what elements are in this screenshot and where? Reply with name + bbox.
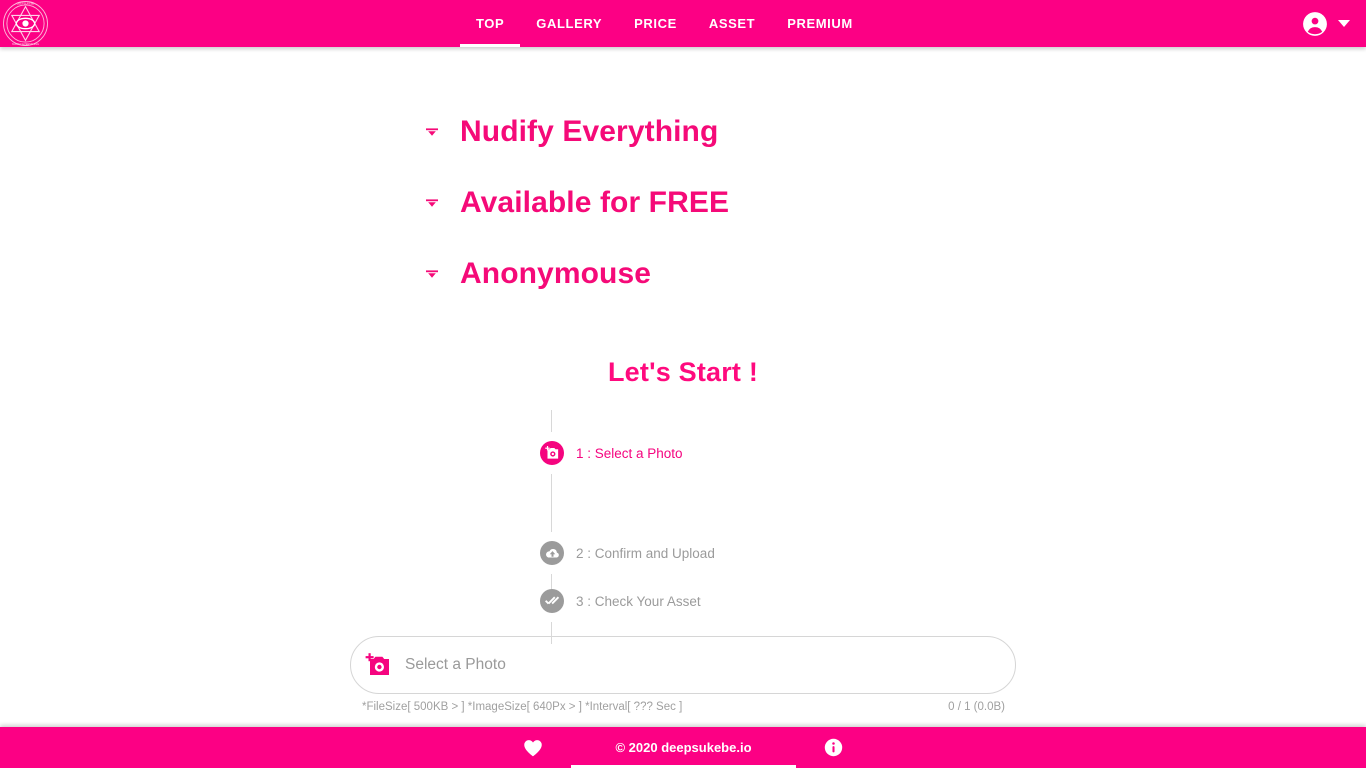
- top-header-bar: DEEPSUKEBE NUDIFY EVERYTHING TOP GALLERY…: [0, 0, 1366, 47]
- favorite-button[interactable]: [495, 727, 571, 768]
- upload-stepper: 1 : Select a Photo 2 : Confirm and Uploa…: [540, 410, 960, 644]
- svg-text:NUDIFY EVERYTHING: NUDIFY EVERYTHING: [12, 42, 39, 46]
- file-constraints-text: *FileSize[ 500KB > ] *ImageSize[ 640Px >…: [362, 701, 683, 713]
- lets-start-heading: Let's Start !: [607, 357, 759, 387]
- stepper-connector: [551, 474, 552, 532]
- add-a-photo-icon: [365, 653, 389, 675]
- arrow-drop-down-icon: [426, 198, 438, 207]
- stepper-step-2[interactable]: 2 : Confirm and Upload: [540, 532, 960, 574]
- step-3-label: 3 : Check Your Asset: [576, 593, 701, 609]
- tagline-item: Nudify Everything: [0, 96, 1366, 167]
- select-photo-placeholder: Select a Photo: [405, 656, 506, 673]
- site-logo[interactable]: DEEPSUKEBE NUDIFY EVERYTHING: [2, 0, 49, 47]
- footer-bar: © 2020 deepsukebe.io: [0, 727, 1366, 768]
- nav-tab-premium-label: PREMIUM: [787, 16, 853, 31]
- chevron-down-icon[interactable]: [1338, 20, 1350, 27]
- tagline-text: Nudify Everything: [460, 114, 719, 148]
- account-menu[interactable]: [1302, 0, 1350, 47]
- footer-copyright[interactable]: © 2020 deepsukebe.io: [571, 727, 796, 768]
- info-button[interactable]: [796, 727, 871, 768]
- step-1-label: 1 : Select a Photo: [576, 445, 683, 461]
- nav-tab-top-label: TOP: [476, 16, 505, 31]
- nav-tab-premium[interactable]: PREMIUM: [771, 0, 869, 47]
- main-navigation: TOP GALLERY PRICE ASSET PREMIUM: [460, 0, 869, 47]
- select-photo-input[interactable]: Select a Photo: [350, 636, 1016, 694]
- tagline-item: Anonymouse: [0, 238, 1366, 309]
- tagline-item: Available for FREE: [0, 167, 1366, 238]
- step-2-icon-circle: [540, 541, 564, 565]
- stepper-step-1[interactable]: 1 : Select a Photo: [540, 432, 960, 474]
- info-icon: [824, 738, 842, 757]
- file-select-section: Select a Photo *FileSize[ 500KB > ] *Ima…: [350, 636, 1016, 713]
- svg-text:DEEPSUKEBE: DEEPSUKEBE: [17, 1, 35, 5]
- nav-tab-gallery-label: GALLERY: [536, 16, 603, 31]
- nav-tab-asset[interactable]: ASSET: [693, 0, 771, 47]
- tagline-text: Anonymouse: [460, 256, 652, 290]
- heart-icon: [524, 739, 543, 756]
- nav-tab-gallery[interactable]: GALLERY: [520, 0, 618, 47]
- nav-tab-price[interactable]: PRICE: [618, 0, 693, 47]
- nav-tab-top[interactable]: TOP: [460, 0, 521, 47]
- arrow-drop-down-icon: [426, 127, 438, 136]
- tagline-list: Nudify Everything Available for FREE Ano…: [0, 96, 1366, 309]
- stepper-connector: [551, 622, 552, 644]
- stepper-connector: [551, 410, 552, 432]
- nav-tab-asset-label: ASSET: [708, 16, 756, 31]
- step-2-label: 2 : Confirm and Upload: [576, 545, 715, 561]
- nav-tab-price-label: PRICE: [634, 16, 677, 31]
- step-3-icon-circle: [540, 589, 564, 613]
- double-check-icon: [545, 596, 560, 605]
- add-a-photo-icon: [544, 446, 558, 459]
- file-constraints-row: *FileSize[ 500KB > ] *ImageSize[ 640Px >…: [350, 701, 1016, 713]
- stepper-step-3[interactable]: 3 : Check Your Asset: [540, 580, 960, 622]
- cloud-upload-icon: [545, 548, 559, 557]
- file-counter-text: 0 / 1 (0.0B): [948, 701, 1005, 713]
- account-circle-icon[interactable]: [1302, 11, 1328, 37]
- step-1-icon-circle: [540, 441, 564, 465]
- tagline-text: Available for FREE: [460, 185, 730, 219]
- footer-content: © 2020 deepsukebe.io: [495, 727, 870, 768]
- arrow-drop-down-icon: [426, 269, 438, 278]
